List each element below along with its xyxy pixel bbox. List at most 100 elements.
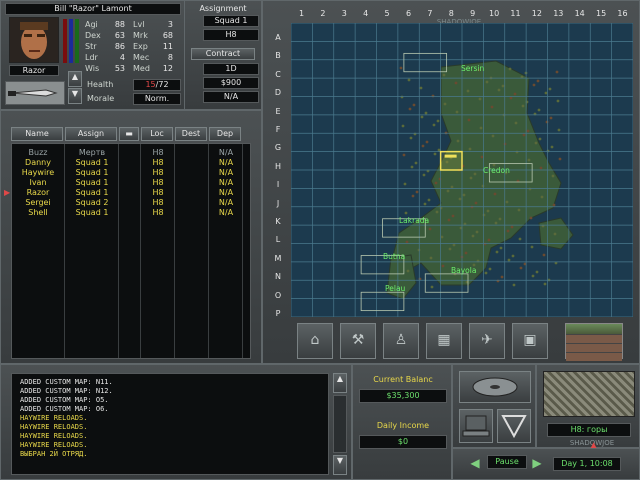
terrain-dot	[407, 78, 411, 82]
terrain-dot	[540, 195, 544, 199]
sector-panel: H8: горы SHADOWJOE ▲	[536, 364, 640, 452]
roster-col-dep[interactable]: Dep	[209, 127, 241, 141]
militia-icon: ♙	[394, 332, 408, 348]
stat-value: 86	[114, 42, 125, 51]
roster-cell-loc: H8	[152, 198, 164, 207]
log-scroll-down-button[interactable]: ▼	[333, 455, 347, 475]
morale-label: Morale	[87, 94, 115, 103]
triangle-down-icon	[501, 415, 527, 439]
stat-label: Agi	[85, 20, 98, 29]
items-button[interactable]: ▣	[512, 323, 548, 359]
sector-thumbnail[interactable]	[543, 371, 635, 417]
terrain-dot	[410, 165, 414, 169]
map-level-indicator[interactable]	[565, 323, 623, 361]
options-button[interactable]	[459, 371, 531, 403]
terrain-dot	[403, 182, 407, 186]
map-col-label: 7	[427, 9, 433, 18]
terrain-dot	[443, 102, 447, 106]
time-faster-button[interactable]: ▶	[529, 456, 545, 472]
energy-bar	[69, 19, 73, 63]
terrain-dot	[549, 116, 553, 120]
time-panel: ◀ Pause ▶ Day 1, 10:08	[452, 448, 640, 480]
terrain-dot	[433, 152, 437, 156]
terrain-dot	[441, 264, 445, 268]
terrain-dot	[427, 198, 431, 202]
terrain-dot	[498, 217, 502, 221]
island-map[interactable]: Sersin Credon Lakrada Butna Bayola Pelau	[291, 23, 633, 317]
town-label: Bayola	[451, 266, 476, 275]
terrain-dot	[487, 238, 491, 242]
terrain-dot	[451, 214, 455, 218]
balance-value: $35,300	[359, 389, 447, 403]
roster-row[interactable]: Haywire Squad 1 H8 N/A	[12, 168, 252, 178]
militia-button[interactable]: ♙	[383, 323, 419, 359]
roster-cell-loc: H8	[152, 148, 164, 157]
stat-value: 53	[114, 64, 125, 73]
stat-label: Str	[85, 42, 97, 51]
terrain-dot	[556, 99, 560, 103]
map-row-label: C	[275, 69, 281, 79]
terrain-dot	[399, 66, 403, 70]
current-sector-highlight[interactable]	[439, 150, 463, 171]
contract-button[interactable]: Contract	[191, 48, 255, 60]
terrain-dot	[421, 144, 425, 148]
laptop-button[interactable]	[459, 409, 493, 443]
terrain-dot	[462, 193, 466, 197]
town-names-icon: ⌂	[310, 332, 320, 348]
prev-merc-button[interactable]: ▲	[68, 71, 82, 87]
roster-col-assign[interactable]: Assign	[65, 127, 117, 141]
pause-button[interactable]: Pause	[487, 455, 527, 469]
health-label: Health	[87, 80, 114, 89]
helicopter-button[interactable]: ✈	[469, 323, 505, 359]
terrain-dot	[534, 141, 538, 145]
terrain-dot	[481, 184, 485, 188]
roster-col-loc[interactable]: Loc	[141, 127, 173, 141]
roster-row[interactable]: Razor Squad 1 H8 N/A ▶	[4, 188, 252, 198]
map-col-label: 15	[596, 9, 607, 18]
log-message: Haywire reloads.	[20, 441, 88, 449]
terrain-dot	[422, 173, 426, 177]
terrain-dot	[505, 200, 509, 204]
assignment-sector[interactable]: H8	[203, 29, 259, 41]
shovel-button[interactable]: ⚒	[340, 323, 376, 359]
assignment-header: Assignment	[199, 4, 247, 13]
map-col-label: 16	[617, 9, 628, 18]
tactical-view-button[interactable]	[497, 409, 531, 443]
airspace-button[interactable]: ▦	[426, 323, 462, 359]
merc-portrait[interactable]	[9, 17, 59, 63]
assignment-squad[interactable]: Squad 1	[203, 15, 259, 27]
roster-col-dest[interactable]: Dest	[175, 127, 207, 141]
terrain-dot	[493, 192, 497, 196]
roster-col-name[interactable]: Name	[11, 127, 63, 141]
weapon-slot[interactable]	[5, 81, 65, 105]
log-message: Added custom map: O6.	[20, 405, 109, 413]
terrain-dot	[550, 145, 554, 149]
terrain-dot	[485, 80, 489, 84]
roster-list: Buzz Мертв H8 N/A Danny Squad 1 H8 N/A Haywire Sq…	[4, 143, 252, 359]
town-names-button[interactable]: ⌂	[297, 323, 333, 359]
roster-panel: Name Assign ▬ Loc Dest Dep Buzz Мертв H8 N/A Dann…	[0, 110, 262, 364]
log-scrollbar[interactable]	[333, 395, 347, 453]
terrain-dot	[430, 285, 434, 289]
terrain-dot	[490, 105, 494, 109]
terrain-dot	[471, 234, 475, 238]
next-merc-button[interactable]: ▼	[68, 88, 82, 104]
terrain-dot	[447, 218, 451, 222]
terrain-dot	[409, 136, 413, 140]
stat-label: Ldr	[85, 53, 98, 62]
roster-row[interactable]: Danny Squad 1 H8 N/A	[12, 158, 252, 168]
morale-value: Norm.	[133, 93, 181, 105]
roster-col-sleep[interactable]: ▬	[119, 127, 139, 141]
log-scroll-up-button[interactable]: ▲	[333, 373, 347, 393]
map-row-label: L	[275, 235, 281, 245]
time-slower-button[interactable]: ◀	[467, 456, 483, 472]
roster-row[interactable]: Shell Squad 1 H8 N/A	[12, 208, 252, 218]
terrain-dot	[537, 108, 541, 112]
roster-row[interactable]: Ivan Squad 1 H8 N/A	[12, 178, 252, 188]
roster-row[interactable]: Sergei Squad 2 H8 N/A	[12, 198, 252, 208]
stat-row: Agi 88 Lvl 3	[85, 19, 181, 30]
terrain-dot	[511, 254, 515, 258]
squad-marker-icon[interactable]	[444, 154, 457, 158]
roster-row[interactable]: Buzz Мертв H8 N/A	[12, 148, 252, 158]
assignment-panel: Assignment Squad 1 H8 Contract 1D $900 N…	[184, 0, 262, 110]
